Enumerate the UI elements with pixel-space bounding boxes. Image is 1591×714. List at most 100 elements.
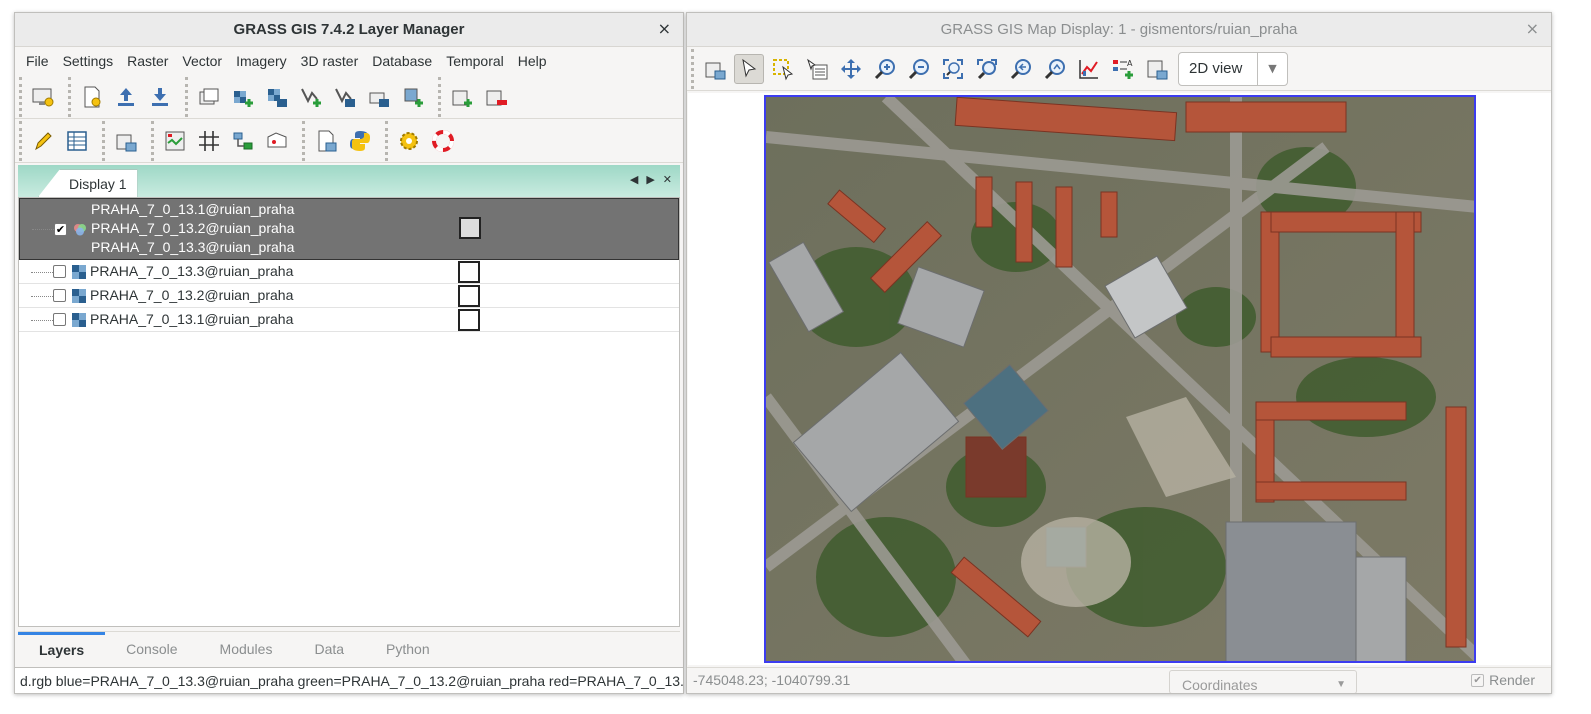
cartographic-composer-button[interactable] [262, 126, 292, 156]
layer-name-blue: PRAHA_7_0_13.3@ruian_praha [91, 239, 295, 255]
status-mode-value: Coordinates [1182, 677, 1258, 693]
render-label: Render [1489, 672, 1535, 688]
remove-layer-button[interactable] [481, 82, 511, 112]
help-button[interactable] [428, 126, 458, 156]
menu-vector[interactable]: Vector [175, 53, 229, 69]
view-mode-select[interactable]: 2D view ▼ [1178, 51, 1288, 86]
add-vector-misc-button[interactable] [330, 82, 360, 112]
close-icon[interactable]: × [658, 19, 671, 38]
chevron-down-icon[interactable]: ▼ [1257, 52, 1287, 85]
tab-console[interactable]: Console [105, 632, 198, 666]
status-mode-select[interactable]: Coordinates ▼ [1169, 670, 1357, 693]
pointer-button[interactable] [734, 53, 764, 84]
svg-text:A: A [1127, 59, 1133, 68]
menu-bar: File Settings Raster Vector Imagery 3D r… [15, 47, 683, 75]
georectify-button[interactable] [111, 126, 141, 156]
menu-imagery[interactable]: Imagery [229, 53, 294, 69]
raster-calculator-button[interactable] [160, 126, 190, 156]
tree-connector [31, 319, 53, 321]
attribute-table-button[interactable] [62, 126, 92, 156]
layer-properties-icon[interactable] [458, 284, 480, 307]
raster-icon [72, 264, 86, 279]
tab-label: Display 1 [69, 175, 127, 192]
add-web-layer-button[interactable] [447, 82, 477, 112]
new-workspace-button[interactable] [77, 82, 107, 112]
georectify-icon [116, 134, 137, 151]
layer-row-rgb[interactable]: ✔ PRAHA_7_0_13.1@ruian_praha PRAHA_7_0_1… [19, 198, 679, 260]
grid-icon [199, 130, 219, 151]
add-command-icon [452, 90, 472, 107]
render-toggle[interactable]: ✔ Render [1471, 672, 1535, 688]
settings-button[interactable] [394, 126, 424, 156]
new-display-button[interactable] [28, 82, 58, 112]
python-icon [350, 130, 370, 151]
add-legend-button[interactable]: A [1108, 54, 1138, 84]
open-workspace-button[interactable] [111, 82, 141, 112]
menu-help[interactable]: Help [511, 53, 554, 69]
layer-row-raster[interactable]: PRAHA_7_0_13.3@ruian_praha [19, 260, 679, 284]
python-editor-button[interactable] [345, 126, 375, 156]
close-icon[interactable]: × [1526, 19, 1539, 38]
layer-row-raster[interactable]: PRAHA_7_0_13.1@ruian_praha [19, 308, 679, 332]
layer-row-raster[interactable]: PRAHA_7_0_13.2@ruian_praha [19, 284, 679, 308]
analyze-button[interactable] [1074, 54, 1104, 84]
chevron-down-icon[interactable]: ▼ [1336, 671, 1346, 693]
layer-manager-titlebar[interactable]: GRASS GIS 7.4.2 Layer Manager × [15, 13, 683, 47]
save-display-button[interactable] [1142, 54, 1172, 84]
add-map-layers-button[interactable] [194, 82, 224, 112]
layer-properties-icon[interactable] [459, 217, 481, 239]
tab-python[interactable]: Python [365, 632, 451, 666]
toolgroup-settings [385, 120, 464, 161]
zoom-in-button[interactable] [870, 54, 900, 84]
launch-script-button[interactable] [311, 126, 341, 156]
map-display-titlebar[interactable]: GRASS GIS Map Display: 1 - gismentors/ru… [687, 13, 1551, 47]
menu-file[interactable]: File [19, 53, 56, 69]
tab-close-icon[interactable]: ✕ [663, 173, 672, 186]
table-icon [67, 130, 87, 151]
add-raster-misc-button[interactable] [262, 82, 292, 112]
add-vector-button[interactable] [296, 82, 326, 112]
menu-3d-raster[interactable]: 3D raster [294, 53, 366, 69]
add-overlay-button[interactable] [398, 82, 428, 112]
zoom-region-icon [977, 58, 997, 79]
zoom-out-button[interactable] [904, 54, 934, 84]
grid-button[interactable] [194, 126, 224, 156]
window-title: GRASS GIS Map Display: 1 - gismentors/ru… [940, 21, 1298, 38]
menu-temporal[interactable]: Temporal [439, 53, 511, 69]
zoom-extent-button[interactable] [938, 54, 968, 84]
tab-display-1[interactable]: Display 1 [38, 169, 138, 197]
tab-prev-icon[interactable]: ◀ [630, 173, 638, 186]
pan-button[interactable] [836, 54, 866, 84]
zoom-region-button[interactable] [972, 54, 1002, 84]
layer-properties-icon[interactable] [458, 308, 480, 331]
layer-properties-icon[interactable] [458, 260, 480, 283]
select-button[interactable] [768, 54, 798, 84]
layer-checkbox[interactable] [53, 313, 66, 326]
menu-settings[interactable]: Settings [56, 53, 121, 69]
zoom-back-button[interactable] [1006, 54, 1036, 84]
render-checkbox[interactable]: ✔ [1471, 673, 1485, 687]
orthophoto-map[interactable] [764, 95, 1476, 663]
tab-modules[interactable]: Modules [199, 632, 294, 666]
zoom-options-button[interactable] [1040, 54, 1070, 84]
map-canvas[interactable] [688, 93, 1551, 665]
tab-layers[interactable]: Layers [18, 631, 106, 666]
menu-database[interactable]: Database [365, 53, 439, 69]
layer-checkbox[interactable]: ✔ [54, 222, 67, 236]
edit-vector-button[interactable] [28, 126, 58, 156]
layer-checkbox[interactable] [53, 289, 66, 302]
save-workspace-button[interactable] [145, 82, 175, 112]
map-toolbar: A 2D view ▼ [687, 47, 1551, 91]
add-group-button[interactable] [364, 82, 394, 112]
menu-raster[interactable]: Raster [120, 53, 175, 69]
layer-checkbox[interactable] [53, 265, 66, 278]
tab-data[interactable]: Data [293, 632, 365, 666]
model-builder-button[interactable] [228, 126, 258, 156]
tab-next-icon[interactable]: ▶ [646, 173, 654, 186]
render-map-button[interactable] [700, 54, 730, 84]
query-button[interactable] [802, 54, 832, 84]
add-raster-button[interactable] [228, 82, 258, 112]
orthophoto-image [766, 97, 1474, 661]
bottom-tabs: Layers Console Modules Data Python [18, 631, 680, 665]
legend-icon: A [1113, 59, 1133, 79]
